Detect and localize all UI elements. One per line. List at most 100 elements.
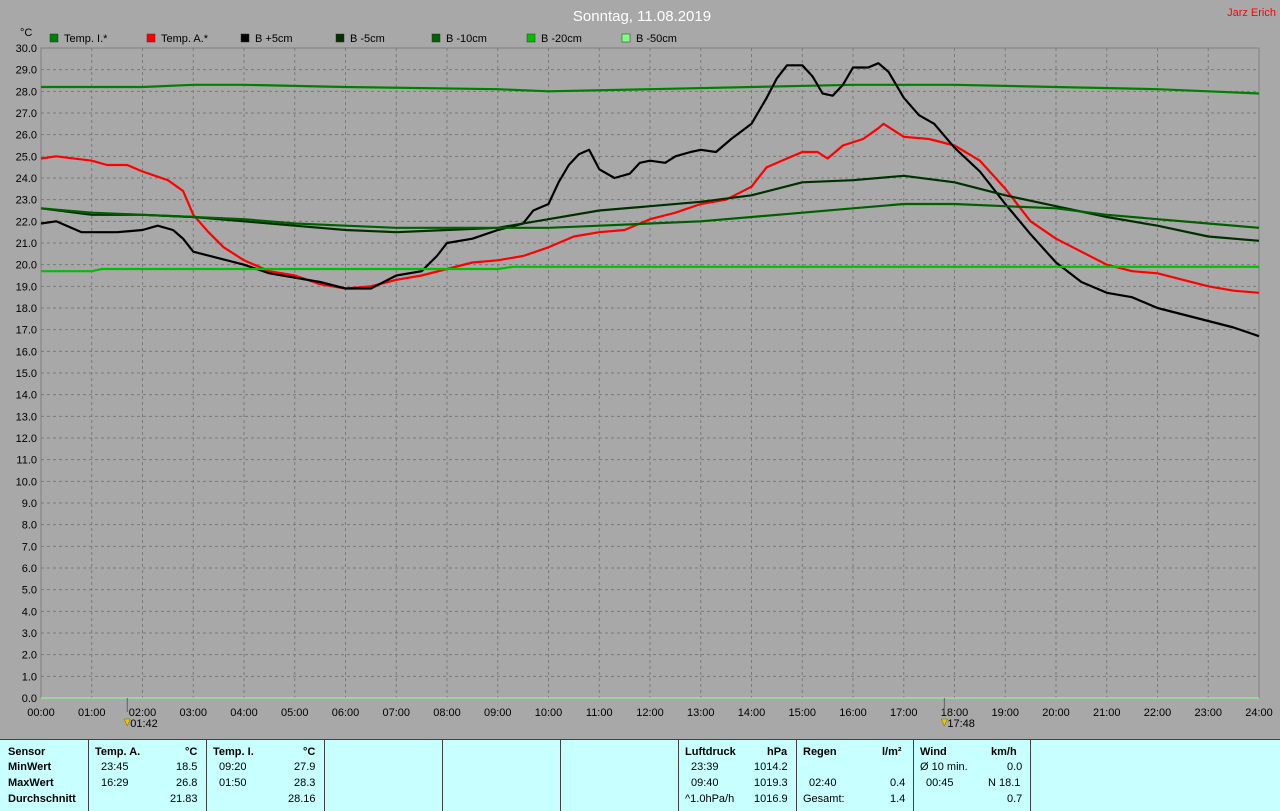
y-tick-label: 6.0 <box>22 563 37 575</box>
x-tick-label: 23:00 <box>1194 707 1222 719</box>
chart-author: Jarz Erich <box>1227 7 1276 19</box>
stats-pressure-trend-label: ^1.0hPa/h <box>685 793 735 805</box>
stats-rain-total-label: Gesamt: <box>803 793 845 805</box>
stats-temp-a-max-value: 26.8 <box>176 777 198 789</box>
legend-entry: Temp. I.* <box>64 33 108 45</box>
y-tick-label: 10.0 <box>16 476 37 488</box>
y-tick-label: 16.0 <box>16 346 37 358</box>
y-tick-label: 0.0 <box>22 693 37 705</box>
legend-swatch <box>146 33 156 43</box>
y-tick-label: 8.0 <box>22 520 37 532</box>
y-tick-label: 27.0 <box>16 108 37 120</box>
y-tick-label: 11.0 <box>16 455 37 467</box>
stats-wind-unit: km/h <box>991 746 1017 758</box>
y-tick-label: 20.0 <box>16 260 37 272</box>
stats-wind-min-value: 0.0 <box>1007 761 1023 773</box>
y-tick-label: 3.0 <box>22 628 37 640</box>
y-tick-label: 25.0 <box>16 151 37 163</box>
y-tick-label: 23.0 <box>16 195 37 207</box>
y-tick-label: 18.0 <box>16 303 37 315</box>
x-tick-label: 05:00 <box>281 707 309 719</box>
stats-rain-unit: l/m² <box>882 746 902 758</box>
stats-rain-header: Regen <box>803 746 837 758</box>
legend-swatch <box>526 33 536 43</box>
y-tick-label: 26.0 <box>16 130 37 142</box>
temperature-chart: Sonntag, 11.08.2019 Jarz Erich °C Temp. … <box>0 0 1280 739</box>
stats-temp-a-min-value: 18.5 <box>176 761 198 773</box>
stats-temp-i-min-value: 27.9 <box>294 761 316 773</box>
stats-temp-a-header: Temp. A. <box>95 746 141 758</box>
x-tick-label: 17:00 <box>890 707 918 719</box>
y-tick-label: 22.0 <box>16 216 37 228</box>
x-tick-label: 10:00 <box>535 707 563 719</box>
y-tick-label: 2.0 <box>22 650 37 662</box>
chart-title: Sonntag, 11.08.2019 <box>573 8 711 25</box>
y-tick-label: 1.0 <box>22 671 37 683</box>
stats-temp-i-header: Temp. I. <box>213 746 254 758</box>
stats-temp-i-unit: °C <box>303 746 316 758</box>
legend-entry: B -50cm <box>636 33 677 45</box>
x-tick-label: 06:00 <box>332 707 360 719</box>
y-tick-label: 15.0 <box>16 368 37 380</box>
stats-pressure-min-time: 23:39 <box>691 761 719 773</box>
x-tick-label: 13:00 <box>687 707 715 719</box>
y-tick-label: 4.0 <box>22 606 37 618</box>
stats-rain-total-value: 1.4 <box>890 793 906 805</box>
legend-entry: B +5cm <box>255 33 293 45</box>
stats-temp-i-max-value: 28.3 <box>294 777 316 789</box>
legend-entry: B -5cm <box>350 33 385 45</box>
x-tick-label: 19:00 <box>991 707 1019 719</box>
x-tick-label: 22:00 <box>1144 707 1172 719</box>
stats-rain-max-time: 02:40 <box>809 777 837 789</box>
y-tick-label: 28.0 <box>16 86 37 98</box>
chart-background <box>0 0 1280 739</box>
x-tick-label: 09:00 <box>484 707 512 719</box>
stats-wind-min-label: Ø 10 min. <box>920 761 968 773</box>
y-tick-label: 7.0 <box>22 541 37 553</box>
stats-temp-i-max-time: 01:50 <box>219 777 247 789</box>
x-tick-label: 24:00 <box>1245 707 1273 719</box>
stats-temp-a-max-time: 16:29 <box>101 777 129 789</box>
y-tick-label: 17.0 <box>16 325 37 337</box>
y-tick-label: 13.0 <box>16 411 37 423</box>
x-tick-label: 14:00 <box>738 707 766 719</box>
legend-swatch <box>621 33 631 43</box>
y-tick-label: 24.0 <box>16 173 37 185</box>
stats-pressure-trend-value: 1016.9 <box>754 793 788 805</box>
stats-temp-a-avg-value: 21.83 <box>170 793 198 805</box>
x-tick-label: 03:00 <box>179 707 207 719</box>
stats-pressure-min-value: 1014.2 <box>754 761 788 773</box>
stats-wind-max-value: N 18.1 <box>988 777 1021 789</box>
y-tick-label: 30.0 <box>16 43 37 55</box>
legend-swatch <box>335 33 345 43</box>
stats-pressure-max-time: 09:40 <box>691 777 719 789</box>
legend-entry: Temp. A.* <box>161 33 209 45</box>
x-tick-label: 07:00 <box>382 707 410 719</box>
x-tick-label: 04:00 <box>230 707 258 719</box>
stats-temp-i-min-time: 09:20 <box>219 761 247 773</box>
marker-label: 01:42 <box>130 718 158 730</box>
y-tick-label: 14.0 <box>16 390 37 402</box>
y-tick-label: 29.0 <box>16 65 37 77</box>
stats-wind-header: Wind <box>920 746 947 758</box>
x-tick-label: 11:00 <box>586 707 613 719</box>
stats-wind-max-time: 00:45 <box>926 777 954 789</box>
x-tick-label: 15:00 <box>788 707 816 719</box>
stats-min-label: MinWert <box>8 761 52 773</box>
x-tick-label: 21:00 <box>1093 707 1121 719</box>
y-axis-label: °C <box>20 27 32 39</box>
y-tick-label: 9.0 <box>22 498 37 510</box>
stats-rain-max-value: 0.4 <box>890 777 906 789</box>
stats-pressure-unit: hPa <box>767 746 788 758</box>
legend-swatch <box>431 33 441 43</box>
stats-max-label: MaxWert <box>8 777 54 789</box>
y-tick-label: 12.0 <box>16 433 37 445</box>
stats-temp-a-unit: °C <box>185 746 198 758</box>
y-tick-label: 21.0 <box>16 238 37 250</box>
stats-temp-i-avg-value: 28.16 <box>288 793 316 805</box>
y-tick-label: 5.0 <box>22 585 37 597</box>
legend-entry: B -10cm <box>446 33 487 45</box>
legend-swatch <box>240 33 250 43</box>
stats-wind-avg-value: 0.7 <box>1007 793 1023 805</box>
stats-avg-label: Durchschnitt <box>8 793 76 805</box>
